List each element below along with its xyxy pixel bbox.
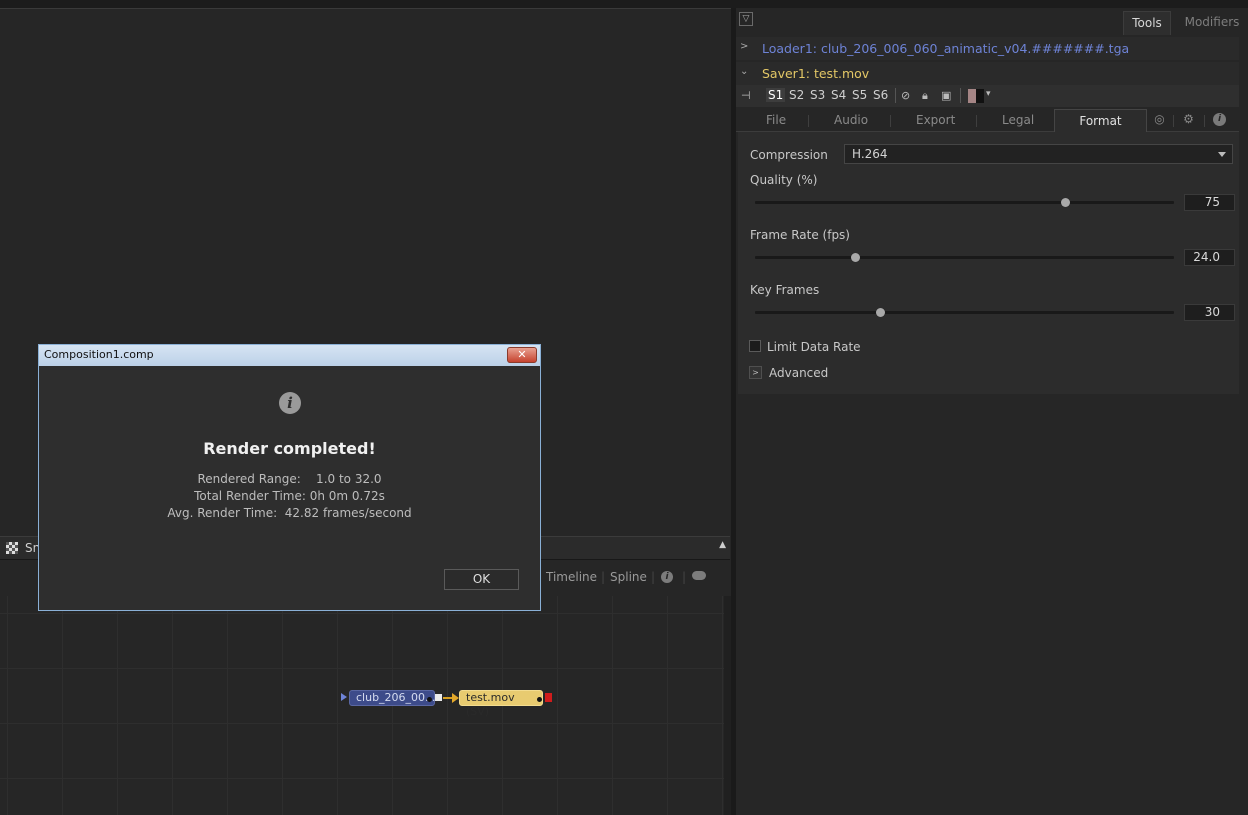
loader-tool-name: Loader1: club_206_006_060_animatic_v04.#… <box>762 41 1130 56</box>
loader-input-arrow-icon <box>341 693 347 701</box>
dialog-title: Composition1.comp <box>44 348 154 361</box>
tab-divider <box>890 115 891 127</box>
chevron-down-icon <box>1218 152 1226 157</box>
quality-slider-handle[interactable] <box>1060 198 1070 207</box>
cache-icon[interactable]: ▣ <box>941 89 951 102</box>
quality-label: Quality (%) <box>750 173 818 187</box>
tab-timeline[interactable]: Timeline <box>546 570 597 584</box>
comments-icon[interactable] <box>692 571 706 580</box>
version-s3[interactable]: S3 <box>810 88 825 102</box>
saver-output-pin[interactable] <box>537 697 542 702</box>
lock-icon[interactable]: 🔒︎ <box>922 89 928 103</box>
chevron-down-icon[interactable]: ▽ <box>739 12 753 26</box>
tab-separator: | <box>651 570 656 584</box>
control-tabs: File Audio Export Legal Format ◎ ⚙ i <box>736 109 1239 132</box>
limit-data-rate-label: Limit Data Rate <box>767 340 861 354</box>
tab-modifiers[interactable]: Modifiers <box>1176 11 1248 34</box>
close-icon[interactable]: ✕ <box>507 347 537 363</box>
loader-output-pin[interactable] <box>427 697 432 702</box>
chevron-right-icon[interactable]: > <box>740 41 748 52</box>
caret-up-icon[interactable]: ▲ <box>719 540 726 550</box>
tab-legal[interactable]: Legal <box>1002 113 1034 127</box>
tab-spline[interactable]: Spline <box>610 570 647 584</box>
node-editor-scrollbar[interactable] <box>724 596 731 815</box>
color-dropdown-icon[interactable]: ▾ <box>986 89 991 99</box>
info-icon[interactable]: i <box>661 571 673 583</box>
separator <box>895 88 896 103</box>
tab-divider <box>976 115 977 127</box>
info-icon: i <box>279 392 301 414</box>
compression-value: H.264 <box>852 147 888 161</box>
framerate-slider-track[interactable] <box>755 256 1174 259</box>
pin-icon[interactable]: ⊣ <box>741 89 751 102</box>
framerate-input[interactable]: 24.0 <box>1184 249 1235 266</box>
chevron-right-icon[interactable]: > <box>749 366 762 379</box>
saver-render-indicator <box>545 693 552 702</box>
checker-icon[interactable] <box>6 542 18 554</box>
framerate-label: Frame Rate (fps) <box>750 228 850 242</box>
framerate-slider-handle[interactable] <box>851 253 861 262</box>
version-s1[interactable]: S1 <box>766 88 786 102</box>
dialog-heading: Render completed! <box>203 439 376 458</box>
rendered-range-text: Rendered Range: 1.0 to 32.0 <box>197 472 382 486</box>
tab-divider <box>808 115 809 127</box>
dialog-titlebar[interactable]: Composition1.comp <box>39 345 540 366</box>
gear-icon[interactable]: ⚙ <box>1182 113 1195 126</box>
modifier-icon[interactable]: ◎ <box>1153 113 1166 126</box>
compression-label: Compression <box>750 148 828 162</box>
keyframes-input[interactable]: 30 <box>1184 304 1235 321</box>
disable-icon[interactable]: ⊘ <box>901 89 910 102</box>
tool-options-bar: ⊣ S1 S2 S3 S4 S5 S6 ⊘ 🔒︎ ▣ ▾ <box>736 85 1239 107</box>
separator <box>960 88 961 103</box>
tool-row-saver[interactable]: ⌄ Saver1: test.mov <box>736 62 1239 85</box>
saver-node[interactable]: test.mov (SV) <box>459 690 543 718</box>
saver-tool-name: Saver1: test.mov <box>762 66 870 81</box>
tab-separator: | <box>682 570 687 584</box>
version-s5[interactable]: S5 <box>852 88 867 102</box>
keyframes-label: Key Frames <box>750 283 820 297</box>
tab-file[interactable]: File <box>766 113 786 127</box>
tab-separator: | <box>601 570 606 584</box>
compression-dropdown[interactable]: H.264 <box>844 144 1233 164</box>
avg-render-time-text: Avg. Render Time: 42.82 frames/second <box>167 506 412 520</box>
tab-audio[interactable]: Audio <box>834 113 868 127</box>
quality-slider-track[interactable] <box>755 201 1174 204</box>
render-time-text: Total Render Time: 0h 0m 0.72s <box>194 489 385 503</box>
format-controls <box>738 132 1239 394</box>
tool-color-swatch[interactable] <box>968 89 984 103</box>
tab-divider <box>1173 115 1174 127</box>
tab-divider <box>1204 115 1205 127</box>
limit-data-rate-checkbox[interactable] <box>749 340 761 352</box>
version-s2[interactable]: S2 <box>789 88 804 102</box>
version-s6[interactable]: S6 <box>873 88 888 102</box>
chevron-down-icon[interactable]: ⌄ <box>740 66 748 77</box>
tab-export[interactable]: Export <box>916 113 955 127</box>
connection-arrow-icon <box>452 693 459 703</box>
info-icon[interactable]: i <box>1213 113 1226 126</box>
loader-node[interactable]: club_206_00... <box>349 690 436 706</box>
tab-format[interactable]: Format <box>1054 109 1147 132</box>
quality-input[interactable]: 75 <box>1184 194 1235 211</box>
saver-mask-pin[interactable] <box>435 694 442 701</box>
version-s4[interactable]: S4 <box>831 88 846 102</box>
tool-row-loader[interactable]: > Loader1: club_206_006_060_animatic_v04… <box>736 37 1239 60</box>
keyframes-slider-track[interactable] <box>755 311 1174 314</box>
tab-tools[interactable]: Tools <box>1123 11 1171 35</box>
advanced-label[interactable]: Advanced <box>769 366 828 380</box>
ok-button[interactable]: OK <box>444 569 519 590</box>
